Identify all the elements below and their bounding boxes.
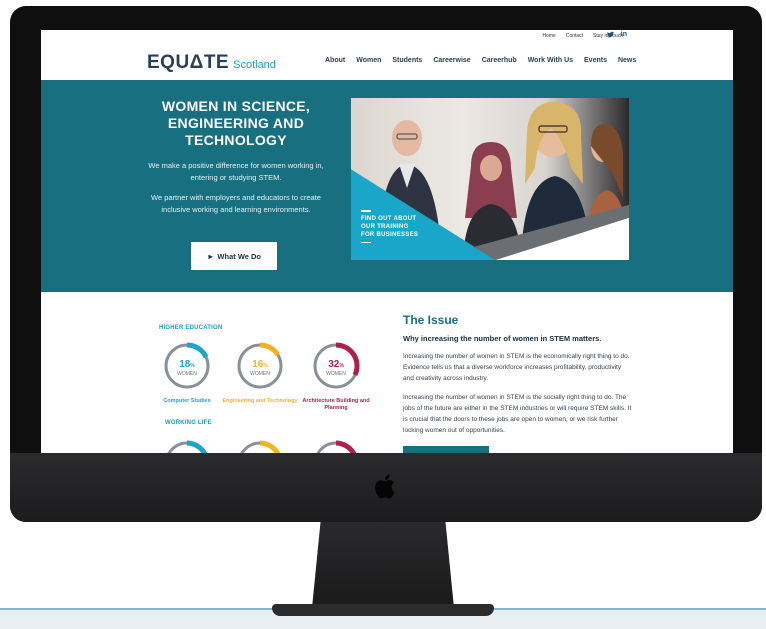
screen: Home Contact Stay in Touch in EQUΔTE Sco… <box>41 30 733 453</box>
monitor-stand-base <box>272 604 494 616</box>
issue-read-more-button[interactable] <box>403 446 489 453</box>
play-arrow-icon: ► <box>206 251 215 261</box>
issue-paragraph-economic: Increasing the number of women in STEM i… <box>403 353 630 382</box>
issue-subheading: Why increasing the number of women in ST… <box>403 334 602 343</box>
hero-partner-text: We partner with employers and educators … <box>151 193 321 214</box>
stat-pct: 32 <box>328 359 340 370</box>
svg-text:18%: 18% <box>179 359 195 370</box>
working-ring-1 <box>163 440 211 453</box>
what-we-do-label: What We Do <box>217 251 262 261</box>
svg-text:32%: 32% <box>328 359 344 370</box>
training-cta-line-2: OUR TRAINING <box>361 223 409 230</box>
stat-ring-engineering: 16% WOMEN <box>236 342 284 390</box>
content-section: HIGHER EDUCATION 18% WOMEN Computer Stud… <box>41 292 733 453</box>
nav-item-careerwise[interactable]: Careerwise <box>433 57 470 64</box>
linkedin-icon[interactable]: in <box>621 31 627 40</box>
nav-item-about[interactable]: About <box>325 57 345 64</box>
working-ring-3 <box>312 440 360 453</box>
stat-word: WOMEN <box>250 371 270 377</box>
stat-word: WOMEN <box>326 371 346 377</box>
stat-label-architecture: Architecture Building and Planning <box>302 398 370 411</box>
main-navbar: EQUΔTE Scotland About Women Students Car… <box>41 44 733 80</box>
utility-bar: Home Contact Stay in Touch in <box>41 30 733 44</box>
higher-education-heading: HIGHER EDUCATION <box>159 325 223 331</box>
social-links: in <box>606 31 627 40</box>
working-life-heading: WORKING LIFE <box>165 420 212 426</box>
what-we-do-button[interactable]: ► What We Do <box>191 242 277 270</box>
stage: Home Contact Stay in Touch in EQUΔTE Sco… <box>0 0 766 629</box>
cta-bottom-rule <box>361 241 371 243</box>
nav-item-work-with-us[interactable]: Work With Us <box>528 57 573 64</box>
working-ring-2 <box>236 440 284 453</box>
nav-item-events[interactable]: Events <box>584 57 607 64</box>
nav-item-students[interactable]: Students <box>392 57 422 64</box>
hero-title: WOMEN IN SCIENCE, ENGINEERING AND TECHNO… <box>161 98 311 148</box>
stat-unit: % <box>263 363 268 369</box>
training-cta-line-3: FOR BUSINESSES <box>361 231 419 238</box>
cta-top-rule <box>361 210 371 212</box>
utility-link-contact[interactable]: Contact <box>566 33 583 39</box>
stat-label-engineering: Engineering and Technology <box>222 398 298 404</box>
utility-link-home[interactable]: Home <box>542 33 555 39</box>
stat-label-computer-studies: Computer Studies <box>163 398 211 404</box>
stat-ring-computer-studies: 18% WOMEN <box>163 342 211 390</box>
primary-nav: About Women Students Careerwise Careerhu… <box>325 57 636 64</box>
stat-word: WOMEN <box>177 371 197 377</box>
equate-scotland-logo[interactable]: EQUΔTE Scotland <box>147 52 276 74</box>
training-cta-line-1: FIND OUT ABOUT <box>361 215 417 222</box>
stat-pct: 18 <box>179 359 191 370</box>
hero-intro-text: We make a positive difference for women … <box>148 161 324 182</box>
stat-unit: % <box>190 363 195 369</box>
svg-text:16%: 16% <box>252 359 268 370</box>
issue-paragraph-social: Increasing the number of women in STEM i… <box>403 394 632 434</box>
nav-item-careerhub[interactable]: Careerhub <box>482 57 517 64</box>
logo-subtitle: Scotland <box>233 59 276 71</box>
monitor-stand <box>312 522 454 608</box>
stat-pct: 16 <box>252 359 264 370</box>
stat-ring-architecture: 32% WOMEN <box>312 342 360 390</box>
apple-logo-icon <box>372 470 400 502</box>
hero-section: WOMEN IN SCIENCE, ENGINEERING AND TECHNO… <box>41 80 733 292</box>
stat-unit: % <box>339 363 344 369</box>
nav-item-news[interactable]: News <box>618 57 636 64</box>
nav-item-women[interactable]: Women <box>356 57 381 64</box>
twitter-icon[interactable] <box>606 31 614 40</box>
training-promo-banner[interactable]: FIND OUT ABOUT OUR TRAINING FOR BUSINESS… <box>351 98 629 260</box>
issue-heading: The Issue <box>403 313 459 327</box>
logo-wordmark: EQUΔTE <box>147 52 230 73</box>
training-cta[interactable]: FIND OUT ABOUT OUR TRAINING FOR BUSINESS… <box>361 210 418 243</box>
